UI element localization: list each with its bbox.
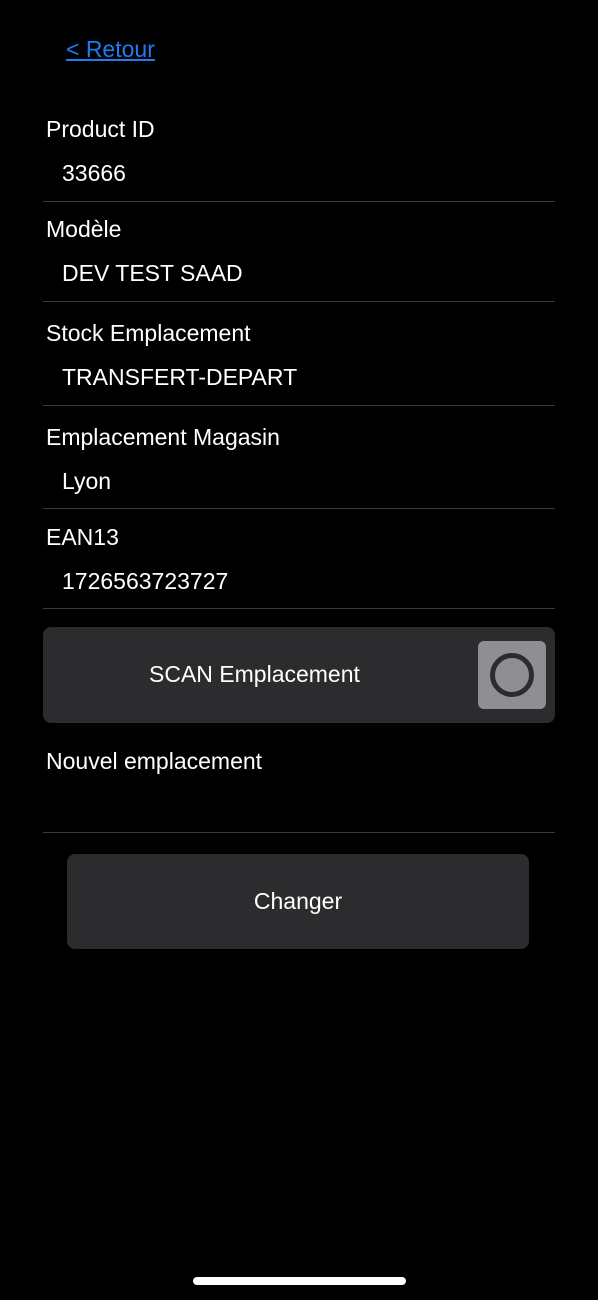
- field-label: EAN13: [46, 524, 119, 550]
- field-label: Stock Emplacement: [46, 320, 251, 346]
- field-label: Emplacement Magasin: [46, 424, 280, 450]
- scan-toggle-button[interactable]: [478, 641, 546, 709]
- field-label: Modèle: [46, 216, 122, 242]
- field-value: TRANSFERT-DEPART: [62, 364, 298, 390]
- radio-ring-icon: [490, 653, 534, 697]
- field-value: 1726563723727: [62, 568, 229, 594]
- field-value: Lyon: [62, 468, 112, 494]
- back-link[interactable]: < Retour: [66, 36, 155, 63]
- home-indicator[interactable]: [193, 1277, 406, 1285]
- field-label: Product ID: [46, 116, 155, 142]
- field-product-id: Product ID 33666: [43, 112, 555, 202]
- new-location-field: Nouvel emplacement: [43, 740, 555, 833]
- new-location-label: Nouvel emplacement: [46, 748, 263, 774]
- scan-location-row[interactable]: SCAN Emplacement: [43, 627, 555, 723]
- field-ean13: EAN13 1726563723727: [43, 508, 555, 609]
- field-store-location: Emplacement Magasin Lyon: [43, 405, 555, 509]
- new-location-input[interactable]: [46, 788, 546, 824]
- field-stock-location: Stock Emplacement TRANSFERT-DEPART: [43, 301, 555, 406]
- change-button[interactable]: Changer: [67, 854, 529, 949]
- field-value: DEV TEST SAAD: [62, 260, 243, 286]
- scan-location-label[interactable]: SCAN Emplacement: [149, 661, 360, 688]
- field-value: 33666: [62, 160, 126, 186]
- field-model: Modèle DEV TEST SAAD: [43, 201, 555, 302]
